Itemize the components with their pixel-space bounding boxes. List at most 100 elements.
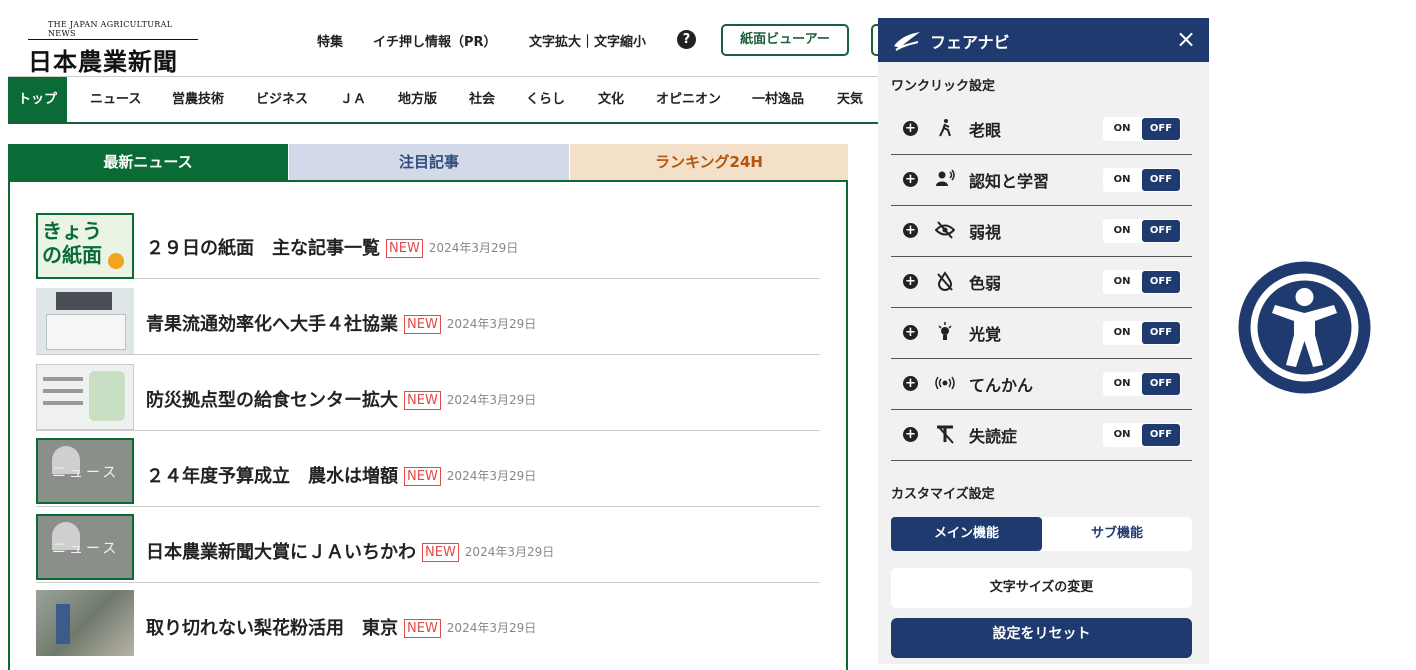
toggle-on[interactable]: ON [1103, 117, 1141, 141]
main-nav: トップ ニュース 営農技術 ビジネス ＪＡ 地方版 社会 くらし 文化 オピニオ… [8, 76, 878, 124]
toggle-on[interactable]: ON [1103, 168, 1141, 192]
news-title[interactable]: 青果流通効率化へ大手４社協業 [146, 314, 398, 335]
feature-label: 光覚 [969, 325, 1002, 344]
tab-ranking[interactable]: ランキング24H [570, 144, 848, 181]
nav-item-weather[interactable]: 天気 [837, 77, 863, 122]
nav-item-farming[interactable]: 営農技術 [172, 77, 224, 122]
toggle-on[interactable]: ON [1103, 372, 1141, 396]
feature-row-low-vision: + 弱視 ON OFF [891, 206, 1192, 257]
feature-toggle[interactable]: ON OFF [1103, 372, 1181, 396]
tab-latest-news[interactable]: 最新ニュース [8, 144, 288, 181]
nav-item-top[interactable]: トップ [8, 77, 68, 122]
font-size-change-button[interactable]: 文字サイズの変更 [891, 568, 1192, 608]
feature-toggle[interactable]: ON OFF [1103, 321, 1181, 345]
news-item[interactable]: 防災拠点型の給食センター拡大 NEW 2024年3月29日 [36, 354, 820, 431]
news-title[interactable]: ２４年度予算成立 農水は増額 [146, 466, 398, 487]
news-title[interactable]: 日本農業新聞大賞にＪＡいちかわ [146, 542, 416, 563]
nav-item-opinion[interactable]: オピニオン [656, 77, 721, 122]
news-thumbnail: きょうの紙面 [36, 213, 134, 279]
tab-featured[interactable]: 注目記事 [289, 144, 569, 181]
feature-row-dyslexia: + 失読症 ON OFF [891, 410, 1192, 461]
news-item[interactable]: ニュース 日本農業新聞大賞にＪＡいちかわ NEW 2024年3月29日 [36, 506, 820, 583]
news-item[interactable]: きょうの紙面 ２９日の紙面 主な記事一覧 NEW 2024年3月29日 [36, 202, 820, 279]
new-badge: NEW [386, 239, 423, 258]
news-title[interactable]: ２９日の紙面 主な記事一覧 [146, 238, 380, 259]
nav-item-news[interactable]: ニュース [90, 77, 141, 122]
custom-section-title: カスタマイズ設定 [891, 487, 995, 502]
feature-toggle[interactable]: ON OFF [1103, 219, 1181, 243]
feature-toggle[interactable]: ON OFF [1103, 423, 1181, 447]
new-badge: NEW [422, 543, 459, 562]
toggle-on[interactable]: ON [1103, 321, 1141, 345]
expand-plus-icon[interactable]: + [903, 172, 918, 187]
accessibility-icon[interactable] [1238, 261, 1371, 394]
header-link-special[interactable]: 特集 [317, 31, 343, 50]
logo-japanese-text: 日本農業新聞 [28, 47, 178, 76]
expand-plus-icon[interactable]: + [903, 376, 918, 391]
site-logo[interactable]: THE JAPAN AGRICULTURAL NEWS 日本農業新聞 [28, 20, 198, 77]
news-date: 2024年3月29日 [446, 393, 537, 407]
expand-plus-icon[interactable]: + [903, 427, 918, 442]
text-slash-icon [937, 425, 954, 444]
toggle-off[interactable]: OFF [1142, 373, 1180, 395]
feature-row-color-weakness: + 色弱 ON OFF [891, 257, 1192, 308]
panel-header: フェアナビ × [878, 18, 1209, 62]
news-item[interactable]: ニュース ２４年度予算成立 農水は増額 NEW 2024年3月29日 [36, 430, 820, 507]
close-icon[interactable]: × [1176, 25, 1196, 53]
feature-toggle[interactable]: ON OFF [1103, 117, 1181, 141]
eye-slash-icon [935, 221, 955, 239]
news-title[interactable]: 取り切れない梨花粉活用 東京 [146, 618, 398, 639]
header-link-pr[interactable]: イチ押し情報（PR） [373, 31, 497, 50]
header-link-font-size[interactable]: 文字拡大｜文字縮小 [529, 31, 646, 50]
feature-row-light-sensitivity: + 光覚 ON OFF [891, 308, 1192, 359]
nav-item-ja[interactable]: ＪＡ [340, 77, 366, 122]
news-date: 2024年3月29日 [464, 545, 555, 559]
feature-label: 失読症 [969, 427, 1018, 446]
toggle-on[interactable]: ON [1103, 219, 1141, 243]
nav-item-local[interactable]: 地方版 [398, 77, 437, 122]
feature-label: 老眼 [969, 121, 1002, 140]
feature-toggle[interactable]: ON OFF [1103, 168, 1181, 192]
feature-toggle[interactable]: ON OFF [1103, 270, 1181, 294]
expand-plus-icon[interactable]: + [903, 274, 918, 289]
news-thumbnail [36, 364, 134, 430]
news-date: 2024年3月29日 [446, 621, 537, 635]
expand-plus-icon[interactable]: + [903, 121, 918, 136]
news-item[interactable]: 青果流通効率化へ大手４社協業 NEW 2024年3月29日 [36, 278, 820, 355]
color-drop-slash-icon [937, 271, 953, 291]
toggle-off[interactable]: OFF [1142, 424, 1180, 446]
toggle-off[interactable]: OFF [1142, 220, 1180, 242]
help-icon[interactable]: ? [677, 30, 696, 49]
map-legend-line [43, 401, 83, 405]
nav-item-culture[interactable]: 文化 [598, 77, 624, 122]
thumbnail-caption: ニュース [52, 465, 120, 481]
toggle-on[interactable]: ON [1103, 270, 1141, 294]
new-badge: NEW [404, 467, 441, 486]
sun-icon [108, 253, 124, 269]
toggle-off[interactable]: OFF [1142, 271, 1180, 293]
expand-plus-icon[interactable]: + [903, 223, 918, 238]
news-thumbnail [36, 288, 134, 354]
nav-item-living[interactable]: くらし [526, 77, 565, 122]
news-thumbnail [36, 590, 134, 656]
expand-plus-icon[interactable]: + [903, 325, 918, 340]
feature-label: 認知と学習 [969, 172, 1050, 191]
nav-item-society[interactable]: 社会 [469, 77, 495, 122]
sub-function-tab[interactable]: サブ機能 [1042, 517, 1192, 551]
toggle-off[interactable]: OFF [1142, 118, 1180, 140]
map-legend-line [43, 389, 83, 393]
toggle-on[interactable]: ON [1103, 423, 1141, 447]
nav-item-local-goods[interactable]: 一村逸品 [752, 77, 804, 122]
viewer-button[interactable]: 紙面ビューアー [721, 24, 849, 56]
reset-settings-button[interactable]: 設定をリセット [891, 618, 1192, 658]
accessibility-panel: フェアナビ × ワンクリック設定 + 老眼 ON OFF + 認知と学習 ON … [878, 18, 1209, 664]
feature-label: 弱視 [969, 223, 1002, 242]
news-item[interactable]: 取り切れない梨花粉活用 東京 NEW 2024年3月29日 [36, 582, 820, 658]
toggle-off[interactable]: OFF [1142, 169, 1180, 191]
feature-label: てんかん [969, 376, 1034, 395]
toggle-off[interactable]: OFF [1142, 322, 1180, 344]
panel-title: フェアナビ [930, 33, 1010, 52]
nav-item-business[interactable]: ビジネス [256, 77, 308, 122]
main-function-tab[interactable]: メイン機能 [891, 517, 1042, 551]
news-title[interactable]: 防災拠点型の給食センター拡大 [146, 390, 398, 411]
